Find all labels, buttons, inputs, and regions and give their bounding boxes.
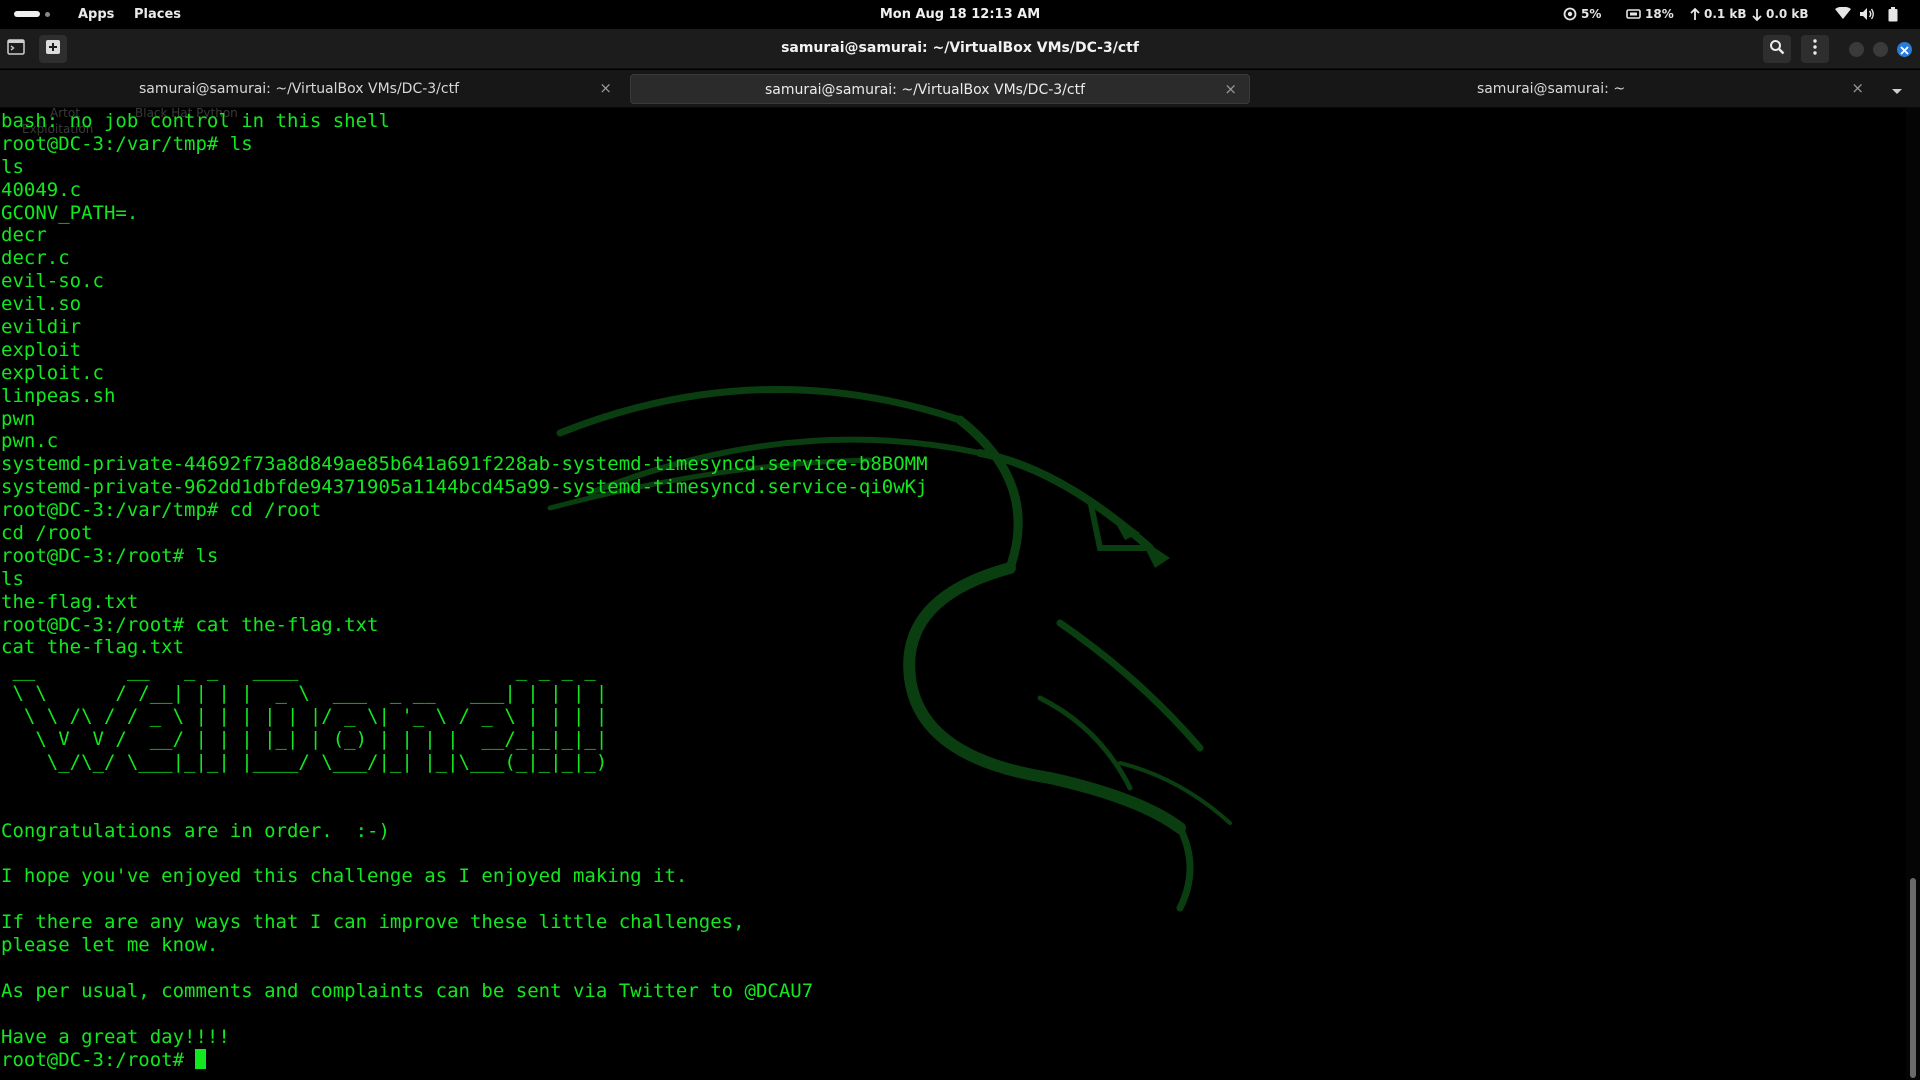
terminal-line: Have a great day!!!! xyxy=(1,1025,230,1048)
prompt-line[interactable]: root@DC-3:/root# xyxy=(1,1048,928,1072)
terminal-line: Congratulations are in order. :-) xyxy=(1,819,390,842)
terminal-line: pwn.c xyxy=(1,430,59,453)
cpu-indicator[interactable]: 5% xyxy=(1563,7,1601,21)
terminal-line: \ \ / /__| | | | _ \ ___ _ __ ___| | | |… xyxy=(1,682,608,705)
places-menu[interactable]: Places xyxy=(134,7,181,22)
terminal-line: exploit.c xyxy=(1,361,104,384)
terminal-line: __ __ _ _ ____ _ _ _ _ xyxy=(1,659,608,682)
terminal-line: cat the-flag.txt xyxy=(1,636,185,659)
terminal-line: evil.so xyxy=(1,293,82,316)
tab-home[interactable]: samurai@samurai: ~ × xyxy=(1256,74,1876,104)
terminal-line: the-flag.txt xyxy=(1,590,139,613)
tab-close-icon[interactable]: × xyxy=(599,80,612,96)
terminal-line: systemd-private-44692f73a8d849ae85b641a6… xyxy=(1,453,928,476)
tab-ctf-1[interactable]: samurai@samurai: ~/VirtualBox VMs/DC-3/c… xyxy=(4,74,624,104)
terminal-line: 40049.c xyxy=(1,178,82,201)
clock[interactable]: Mon Aug 18 12:13 AM xyxy=(880,7,1040,22)
terminal-line: systemd-private-962dd1dbfde94371905a1144… xyxy=(1,476,928,499)
download-value: 0.0 kB xyxy=(1766,7,1809,21)
tab-label: samurai@samurai: ~/VirtualBox VMs/DC-3/c… xyxy=(764,82,1086,98)
close-button[interactable] xyxy=(1897,42,1912,57)
cpu-icon xyxy=(1563,7,1577,21)
minimize-button[interactable] xyxy=(1849,42,1864,57)
terminal-line: I hope you've enjoyed this challenge as … xyxy=(1,865,688,888)
new-window-button[interactable] xyxy=(39,35,67,63)
battery-icon[interactable] xyxy=(1888,7,1898,22)
terminal-output: bash: no job control in this shell root@D… xyxy=(1,110,928,1071)
terminal-line: If there are any ways that I can improve… xyxy=(1,911,745,934)
shell-prompt: root@DC-3:/root# xyxy=(1,1048,196,1071)
maximize-button[interactable] xyxy=(1873,42,1888,57)
apps-menu[interactable]: Apps xyxy=(78,7,114,22)
terminal-line: ls xyxy=(1,155,24,178)
download-indicator[interactable]: 0.0 kB xyxy=(1752,7,1809,21)
terminal-scrollbar[interactable] xyxy=(1906,108,1920,1080)
new-tab-icon xyxy=(7,39,25,59)
tab-ctf-2[interactable]: samurai@samurai: ~/VirtualBox VMs/DC-3/c… xyxy=(630,74,1250,104)
chevron-down-icon[interactable] xyxy=(1890,81,1908,97)
top-bar: Apps Places Mon Aug 18 12:13 AM 5% 18% 0… xyxy=(0,0,1920,29)
memory-indicator[interactable]: 18% xyxy=(1626,7,1674,21)
activities-icon[interactable] xyxy=(14,10,54,19)
scrollbar-thumb[interactable] xyxy=(1910,878,1916,1078)
volume-icon[interactable] xyxy=(1859,7,1875,21)
terminal-line: root@DC-3:/root# cat the-flag.txt xyxy=(1,613,379,636)
upload-value: 0.1 kB xyxy=(1704,7,1747,21)
search-icon xyxy=(1769,39,1785,59)
terminal-line: bash: no job control in this shell xyxy=(1,110,390,132)
download-icon xyxy=(1752,8,1762,21)
upload-icon xyxy=(1690,7,1700,21)
terminal-line: linpeas.sh xyxy=(1,384,116,407)
menu-button[interactable] xyxy=(1801,35,1829,63)
new-tab-button[interactable] xyxy=(2,35,30,63)
terminal-line: GCONV_PATH=. xyxy=(1,201,139,224)
tab-close-icon[interactable]: × xyxy=(1224,81,1237,97)
memory-icon xyxy=(1626,8,1641,20)
tab-close-icon[interactable]: × xyxy=(1851,80,1864,96)
cpu-value: 5% xyxy=(1581,7,1602,21)
window-title: samurai@samurai: ~/VirtualBox VMs/DC-3/c… xyxy=(781,40,1139,56)
search-button[interactable] xyxy=(1763,35,1791,63)
terminal-line: root@DC-3:/var/tmp# ls xyxy=(1,132,253,155)
tab-bar: samurai@samurai: ~/VirtualBox VMs/DC-3/c… xyxy=(0,70,1920,108)
text-cursor xyxy=(195,1048,207,1069)
new-window-icon xyxy=(45,39,61,59)
terminal-line: cd /root xyxy=(1,522,93,545)
terminal-headerbar: samurai@samurai: ~/VirtualBox VMs/DC-3/c… xyxy=(0,29,1920,69)
terminal-line: \_/\_/ \___|_|_| |____/ \___/|_| |_|\___… xyxy=(1,750,608,773)
terminal-line: ls xyxy=(1,567,24,590)
tab-label: samurai@samurai: ~/VirtualBox VMs/DC-3/c… xyxy=(138,81,460,97)
terminal-line: please let me know. xyxy=(1,934,219,957)
terminal-line: As per usual, comments and complaints ca… xyxy=(1,979,814,1002)
terminal-line: decr xyxy=(1,224,47,247)
wifi-icon[interactable] xyxy=(1835,7,1851,19)
terminal-line: root@DC-3:/root# ls xyxy=(1,544,219,567)
menu-icon xyxy=(1813,39,1817,59)
terminal-line: evildir xyxy=(1,316,82,339)
memory-value: 18% xyxy=(1645,7,1674,21)
tab-label: samurai@samurai: ~ xyxy=(1476,81,1626,97)
terminal-line: decr.c xyxy=(1,247,70,270)
terminal-line: evil-so.c xyxy=(1,270,104,293)
terminal-line: pwn xyxy=(1,407,36,430)
terminal-line: \ \ /\ / / _ \ | | | | | |/ _ \| '_ \ / … xyxy=(1,705,608,728)
close-icon xyxy=(1900,40,1909,59)
terminal-line: exploit xyxy=(1,338,82,361)
upload-indicator[interactable]: 0.1 kB xyxy=(1690,7,1747,21)
terminal-line: \ V V / __/ | | | |_| | (_) | | | | __/_… xyxy=(1,728,608,751)
terminal-view[interactable]: Artot Black Hat Python Exploitation bash… xyxy=(0,108,1906,1080)
terminal-line: root@DC-3:/var/tmp# cd /root xyxy=(1,499,322,522)
